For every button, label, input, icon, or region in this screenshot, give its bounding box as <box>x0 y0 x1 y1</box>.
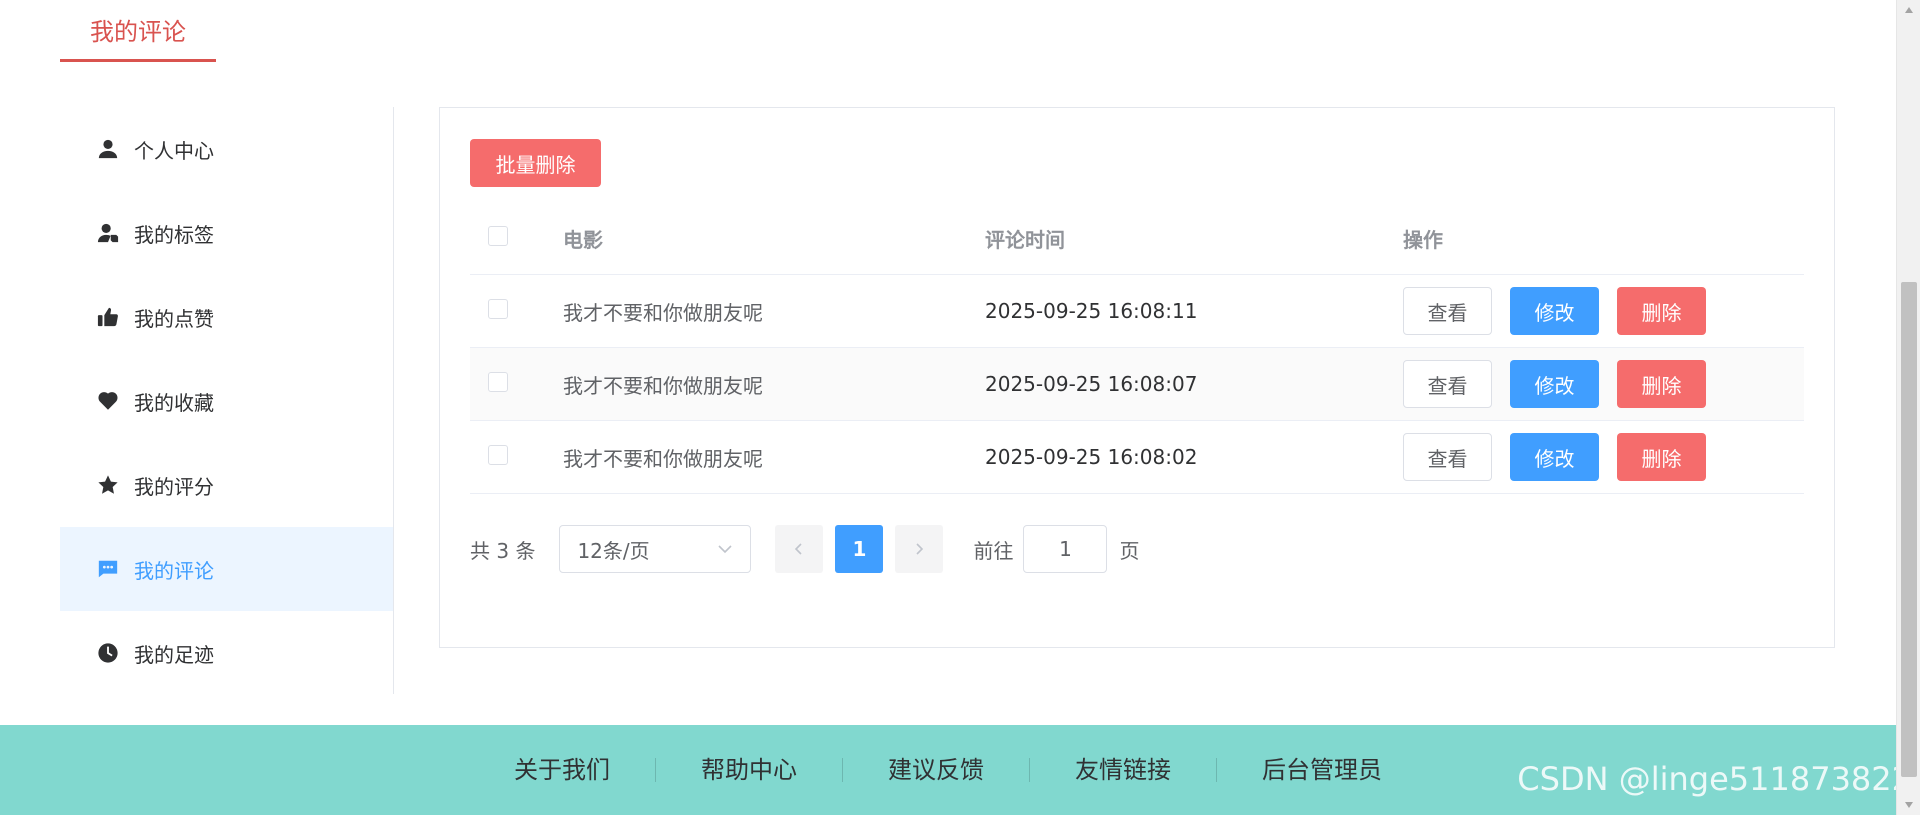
delete-button[interactable]: 删除 <box>1617 433 1706 481</box>
table-row: 我才不要和你做朋友呢 2025-09-25 16:08:07 查看 修改 删除 <box>470 348 1804 421</box>
movie-cell: 我才不要和你做朋友呢 <box>563 300 763 325</box>
time-cell: 2025-09-25 16:08:11 <box>985 299 1198 323</box>
row-checkbox[interactable] <box>488 299 508 319</box>
footer-link-about[interactable]: 关于我们 <box>469 758 656 782</box>
view-button[interactable]: 查看 <box>1403 287 1492 335</box>
sidebar-item-label: 个人中心 <box>134 138 214 163</box>
user-tag-icon <box>96 221 120 245</box>
comments-table: 电影 评论时间 操作 我才不要和你做朋友呢 2025-09-25 16:08:1… <box>470 202 1804 494</box>
view-button[interactable]: 查看 <box>1403 433 1492 481</box>
sidebar-item-ratings[interactable]: 我的评分 <box>60 443 393 527</box>
delete-button[interactable]: 删除 <box>1617 360 1706 408</box>
comment-icon <box>96 557 120 581</box>
watermark: CSDN @linge511873822 <box>1517 760 1912 798</box>
sidebar-item-profile[interactable]: 个人中心 <box>60 107 393 191</box>
heart-icon <box>96 389 120 413</box>
comments-panel: 批量删除 电影 评论时间 操作 我才不要和你做朋友呢 2025-09-25 16… <box>439 107 1835 648</box>
sidebar-item-tags[interactable]: 我的标签 <box>60 191 393 275</box>
footer-link-friends[interactable]: 友情链接 <box>1030 758 1217 782</box>
scroll-down-arrow-icon[interactable] <box>1897 797 1920 813</box>
movie-cell: 我才不要和你做朋友呢 <box>563 446 763 471</box>
page-number-current[interactable]: 1 <box>835 525 884 573</box>
edit-button[interactable]: 修改 <box>1510 433 1599 481</box>
clock-icon <box>96 641 120 665</box>
batch-delete-button[interactable]: 批量删除 <box>470 139 601 187</box>
column-header-ops: 操作 <box>1403 227 1443 252</box>
page-size-value: 12条/页 <box>577 538 650 563</box>
user-icon <box>96 137 120 161</box>
sidebar-item-label: 我的标签 <box>134 222 214 247</box>
chevron-down-icon <box>718 545 733 554</box>
scrollbar[interactable] <box>1896 0 1920 815</box>
footer-link-admin[interactable]: 后台管理员 <box>1217 758 1427 782</box>
sidebar-item-label: 我的足迹 <box>134 642 214 667</box>
edit-button[interactable]: 修改 <box>1510 287 1599 335</box>
select-all-checkbox[interactable] <box>488 226 508 246</box>
scroll-up-arrow-icon[interactable] <box>1897 2 1920 18</box>
edit-button[interactable]: 修改 <box>1510 360 1599 408</box>
page-suffix: 页 <box>1119 538 1140 563</box>
view-button[interactable]: 查看 <box>1403 360 1492 408</box>
pagination-total: 共 3 条 <box>470 538 536 563</box>
sidebar-item-comments[interactable]: 我的评论 <box>60 527 393 611</box>
movie-cell: 我才不要和你做朋友呢 <box>563 373 763 398</box>
next-page-button[interactable] <box>895 525 944 573</box>
column-header-time: 评论时间 <box>985 227 1065 252</box>
sidebar-item-label: 我的收藏 <box>134 390 214 415</box>
page-size-select[interactable]: 12条/页 <box>559 525 752 573</box>
footer-link-feedback[interactable]: 建议反馈 <box>843 758 1030 782</box>
delete-button[interactable]: 删除 <box>1617 287 1706 335</box>
star-icon <box>96 473 120 497</box>
sidebar-item-history[interactable]: 我的足迹 <box>60 611 393 695</box>
time-cell: 2025-09-25 16:08:07 <box>985 372 1198 396</box>
row-checkbox[interactable] <box>488 445 508 465</box>
row-checkbox[interactable] <box>488 372 508 392</box>
sidebar-item-likes[interactable]: 我的点赞 <box>60 275 393 359</box>
prev-page-button[interactable] <box>775 525 824 573</box>
table-row: 我才不要和你做朋友呢 2025-09-25 16:08:02 查看 修改 删除 <box>470 421 1804 494</box>
goto-label: 前往 <box>973 538 1014 563</box>
column-header-movie: 电影 <box>563 227 603 252</box>
table-header: 电影 评论时间 操作 <box>470 202 1804 275</box>
sidebar-item-label: 我的评论 <box>134 558 214 583</box>
sidebar-item-favorites[interactable]: 我的收藏 <box>60 359 393 443</box>
sidebar-item-label: 我的评分 <box>134 474 214 499</box>
chevron-left-icon <box>795 543 803 555</box>
time-cell: 2025-09-25 16:08:02 <box>985 445 1198 469</box>
table-row: 我才不要和你做朋友呢 2025-09-25 16:08:11 查看 修改 删除 <box>470 275 1804 348</box>
pagination: 共 3 条 12条/页 1 前往 页 <box>470 524 1139 574</box>
footer-link-help[interactable]: 帮助中心 <box>656 758 843 782</box>
chevron-right-icon <box>916 543 924 555</box>
scroll-thumb[interactable] <box>1901 282 1917 777</box>
tab-my-comments[interactable]: 我的评论 <box>60 0 216 62</box>
tab-label: 我的评论 <box>90 18 186 46</box>
goto-page-input[interactable] <box>1023 525 1108 573</box>
sidebar-item-label: 我的点赞 <box>134 306 214 331</box>
sidebar: 个人中心 我的标签 我的点赞 我的收藏 我的评分 我的评论 我的足迹 <box>60 107 394 694</box>
thumbs-up-icon <box>96 305 120 329</box>
